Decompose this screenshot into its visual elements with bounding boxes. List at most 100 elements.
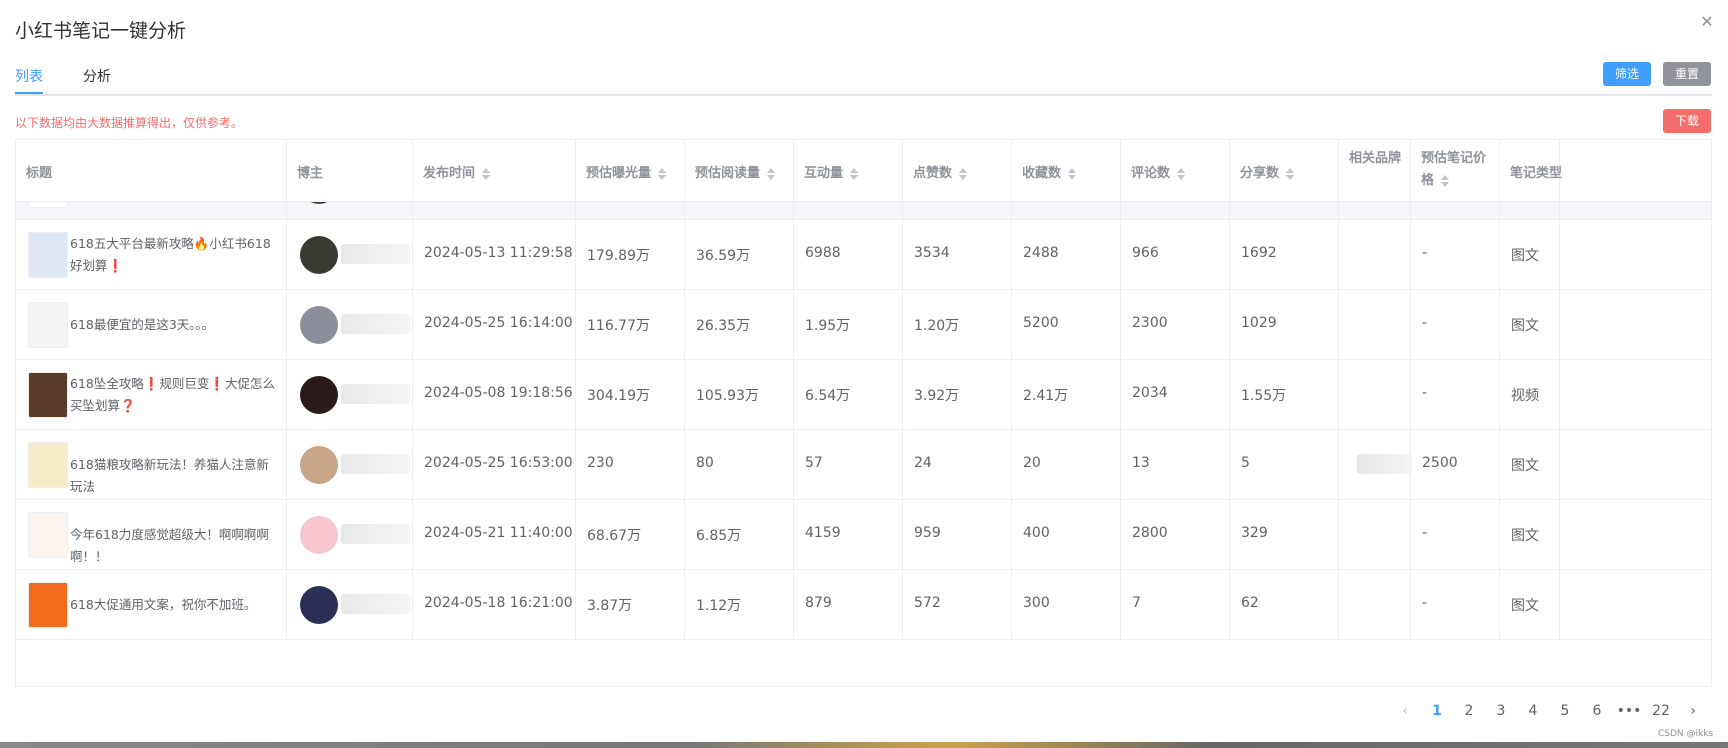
interactions-value: 879: [805, 595, 832, 611]
type-cell: 图文: [1500, 290, 1560, 360]
column-header: 标题: [16, 140, 287, 202]
table-row[interactable]: 今年618力度感觉超级大！啊啊啊啊啊！！ 2024-05-21 11:40:00 6…: [16, 500, 1711, 570]
page-2[interactable]: 2: [1456, 703, 1482, 719]
avatar[interactable]: [300, 446, 338, 484]
note-thumbnail[interactable]: [28, 232, 68, 278]
note-title[interactable]: 618五大平台最新攻略🔥小红书618好划算❗: [70, 233, 278, 277]
chevron-right-icon[interactable]: ›: [1680, 703, 1706, 719]
page-last[interactable]: 22: [1648, 703, 1674, 719]
column-header[interactable]: 点赞数: [903, 140, 1012, 202]
column-header[interactable]: 发布时间: [413, 140, 576, 202]
sort-caret-icon[interactable]: [766, 167, 776, 181]
note-title[interactable]: 618猫粮攻略新玩法！养猫人注意新玩法: [70, 454, 278, 498]
blogger-name-redacted: [341, 454, 411, 474]
close-icon[interactable]: ✕: [1698, 13, 1716, 31]
note-title[interactable]: 今年618力度感觉超级大！啊啊啊啊啊！！: [70, 524, 278, 568]
reset-button[interactable]: 重置: [1663, 62, 1711, 86]
dialog-title: 小红书笔记一键分析: [15, 20, 187, 42]
note-thumbnail[interactable]: [28, 442, 68, 488]
title-cell: 618五大平台最新攻略🔥小红书618好划算❗: [16, 220, 287, 290]
likes-cell: 3.92万: [903, 360, 1012, 430]
publish-time-value: 2024-05-21 11:40:00: [424, 525, 573, 541]
blogger-name-redacted: [341, 594, 411, 614]
sort-caret-icon[interactable]: [958, 167, 968, 181]
comments-cell: 2300: [1121, 290, 1230, 360]
sort-caret-icon[interactable]: [657, 167, 667, 181]
column-header[interactable]: 预估阅读量: [685, 140, 794, 202]
type-cell: 图文: [1500, 430, 1560, 500]
favorites-cell: 300: [1012, 570, 1121, 640]
sort-caret-icon[interactable]: [849, 167, 859, 181]
column-header: 博主: [287, 140, 413, 202]
favorites-cell: 2488: [1012, 220, 1121, 290]
reads-value: 36.59万: [696, 248, 751, 264]
filter-button[interactable]: 筛选: [1603, 62, 1651, 86]
price-value: -: [1422, 385, 1428, 401]
avatar[interactable]: [300, 376, 338, 414]
column-header[interactable]: 评论数: [1121, 140, 1230, 202]
page-4[interactable]: 4: [1520, 703, 1546, 719]
page-6[interactable]: 6: [1584, 703, 1610, 719]
price-cell: -: [1411, 220, 1500, 290]
price-cell: -: [1411, 500, 1500, 570]
avatar[interactable]: [300, 516, 338, 554]
table-row[interactable]: 618坠全攻略❗规则巨变❗大促怎么买坠划算❓ 2024-05-08 19:18:5…: [16, 360, 1711, 430]
notes-table: 618其实最便宜的就是这三天2024-05-24 15:57:0050.65万8…: [15, 139, 1712, 687]
sort-caret-icon[interactable]: [1440, 174, 1450, 188]
data-notice: 以下数据均由大数据推算得出，仅供参考。: [15, 116, 244, 130]
ellipsis-icon[interactable]: •••: [1616, 703, 1642, 719]
sort-caret-icon[interactable]: [1067, 167, 1077, 181]
column-header-label: 评论数: [1131, 162, 1186, 181]
avatar[interactable]: [300, 236, 338, 274]
column-header-label: 发布时间: [423, 162, 491, 181]
likes-value: 3534: [914, 245, 950, 261]
exposure-cell: 68.67万: [576, 500, 685, 570]
download-button[interactable]: 下载: [1663, 109, 1711, 133]
sort-caret-icon[interactable]: [1176, 167, 1186, 181]
note-thumbnail[interactable]: [28, 372, 68, 418]
table-row[interactable]: 618最便宜的是这3天。。。 2024-05-25 16:14:00 116.77万…: [16, 290, 1711, 360]
page-1[interactable]: 1: [1424, 703, 1450, 719]
background-strip: [0, 742, 1728, 748]
favorites-value: 20: [1023, 455, 1041, 471]
favorites-cell: 400: [1012, 500, 1121, 570]
note-title[interactable]: 618坠全攻略❗规则巨变❗大促怎么买坠划算❓: [70, 373, 278, 417]
table-header: 标题 博主 发布时间 预估曝光量 预估阅读量 互动量 点赞数 收藏数 评论数 分享数 相关品牌 预估笔…: [16, 140, 1711, 202]
shares-value: 1.55万: [1241, 388, 1287, 404]
table-row[interactable]: 618大促通用文案，祝你不加班。 2024-05-18 16:21:00 3.87万…: [16, 570, 1711, 640]
blogger-cell: [287, 570, 413, 640]
note-title[interactable]: 618大促通用文案，祝你不加班。: [70, 594, 278, 616]
column-header[interactable]: 互动量: [794, 140, 903, 202]
note-title[interactable]: 618最便宜的是这3天。。。: [70, 314, 278, 336]
column-header[interactable]: 分享数: [1230, 140, 1339, 202]
column-header-label: 预估阅读量: [695, 162, 776, 181]
avatar[interactable]: [300, 586, 338, 624]
publish-time-cell: 2024-05-18 16:21:00: [413, 570, 576, 640]
title-cell: 618大促通用文案，祝你不加班。: [16, 570, 287, 640]
reads-cell: 6.85万: [685, 500, 794, 570]
favorites-value: 300: [1023, 595, 1050, 611]
column-label: 预估曝光量: [586, 166, 652, 181]
note-thumbnail[interactable]: [28, 582, 68, 628]
avatar[interactable]: [300, 306, 338, 344]
note-thumbnail[interactable]: [28, 512, 68, 558]
active-tab-indicator: [15, 92, 43, 94]
column-header[interactable]: 收藏数: [1012, 140, 1121, 202]
column-label: 分享数: [1240, 166, 1280, 181]
page-5[interactable]: 5: [1552, 703, 1578, 719]
table-row[interactable]: 618猫粮攻略新玩法！养猫人注意新玩法 2024-05-25 16:53:00 23…: [16, 430, 1711, 500]
note-thumbnail[interactable]: [28, 302, 68, 348]
shares-cell: 1.55万: [1230, 360, 1339, 430]
blogger-cell: [287, 220, 413, 290]
sort-caret-icon[interactable]: [481, 167, 491, 181]
tab-list[interactable]: 列表: [15, 66, 43, 86]
tab-analysis[interactable]: 分析: [83, 66, 111, 86]
page-3[interactable]: 3: [1488, 703, 1514, 719]
column-header[interactable]: 预估笔记价格: [1411, 140, 1500, 202]
reads-cell: 1.12万: [685, 570, 794, 640]
sort-caret-icon[interactable]: [1285, 167, 1295, 181]
column-header[interactable]: 预估曝光量: [576, 140, 685, 202]
brand-cell: [1339, 290, 1411, 360]
chevron-left-icon[interactable]: ‹: [1392, 703, 1418, 719]
table-row[interactable]: 618五大平台最新攻略🔥小红书618好划算❗ 2024-05-13 11:29:5…: [16, 220, 1711, 290]
